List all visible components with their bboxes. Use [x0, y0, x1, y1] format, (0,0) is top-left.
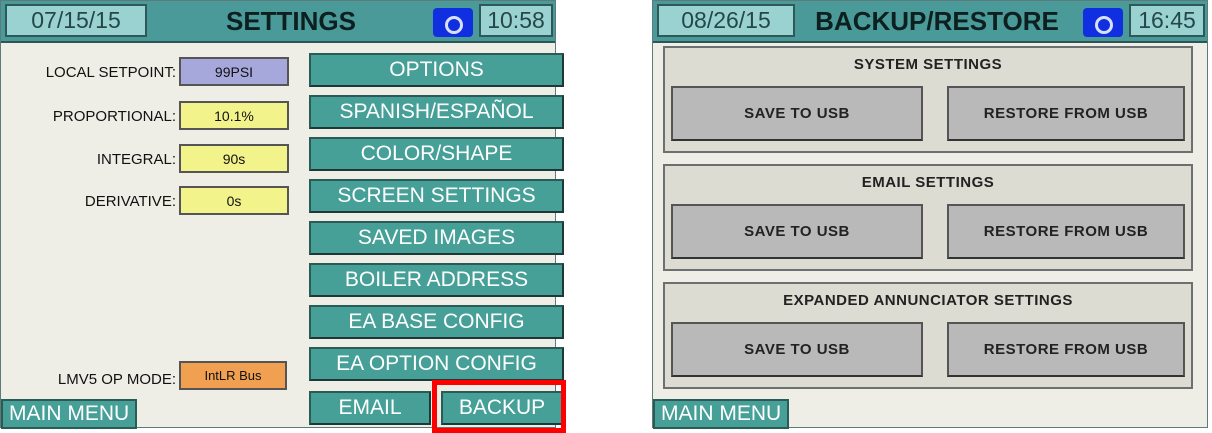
date-display: 07/15/15: [5, 4, 147, 37]
settings-screen: 07/15/15 SETTINGS 10:58 LOCAL SETPOINT: …: [0, 0, 564, 429]
ea-base-config-button[interactable]: EA BASE CONFIG: [309, 305, 564, 339]
saved-images-button[interactable]: SAVED IMAGES: [309, 221, 564, 255]
email-save-to-usb-button[interactable]: SAVE TO USB: [671, 204, 923, 259]
ea-option-config-button[interactable]: EA OPTION CONFIG: [309, 347, 564, 381]
system-restore-from-usb-button[interactable]: RESTORE FROM USB: [947, 86, 1185, 141]
system-save-to-usb-button[interactable]: SAVE TO USB: [671, 86, 923, 141]
section-title: EXPANDED ANNUNCIATOR SETTINGS: [783, 292, 1073, 309]
spanish-button[interactable]: SPANISH/ESPAÑOL: [309, 95, 564, 129]
ea-save-to-usb-button[interactable]: SAVE TO USB: [671, 322, 923, 377]
screen-settings-button[interactable]: SCREEN SETTINGS: [309, 179, 564, 213]
main-menu-button[interactable]: MAIN MENU: [1, 399, 138, 429]
lmv5-op-mode-label: LMV5 OP MODE:: [57, 371, 176, 388]
date-display: 08/26/15: [657, 4, 795, 37]
time-display: 10:58: [479, 4, 553, 37]
integral-label: INTEGRAL:: [96, 151, 176, 168]
local-setpoint-label: LOCAL SETPOINT:: [45, 64, 176, 81]
section-title: SYSTEM SETTINGS: [853, 56, 1003, 73]
expanded-annunciator-settings-panel: EXPANDED ANNUNCIATOR SETTINGS SAVE TO US…: [663, 282, 1193, 389]
section-title: EMAIL SETTINGS: [861, 174, 995, 191]
boiler-address-button[interactable]: BOILER ADDRESS: [309, 263, 564, 297]
main-menu-button[interactable]: MAIN MENU: [653, 399, 790, 429]
system-settings-panel: SYSTEM SETTINGS SAVE TO USB RESTORE FROM…: [663, 46, 1193, 153]
local-setpoint-field[interactable]: 99PSI: [179, 57, 289, 86]
proportional-field[interactable]: 10.1%: [179, 101, 289, 130]
integral-field[interactable]: 90s: [179, 144, 289, 173]
derivative-field[interactable]: 0s: [179, 186, 289, 215]
ea-restore-from-usb-button[interactable]: RESTORE FROM USB: [947, 322, 1185, 377]
color-shape-button[interactable]: COLOR/SHAPE: [309, 137, 564, 171]
proportional-label: PROPORTIONAL:: [52, 108, 176, 125]
camera-icon[interactable]: [1083, 8, 1123, 37]
email-settings-panel: EMAIL SETTINGS SAVE TO USB RESTORE FROM …: [663, 164, 1193, 271]
email-restore-from-usb-button[interactable]: RESTORE FROM USB: [947, 204, 1185, 259]
lmv5-op-mode-field[interactable]: IntLR Bus: [179, 361, 287, 390]
camera-icon[interactable]: [433, 8, 473, 37]
page-title: SETTINGS: [225, 5, 356, 36]
time-display: 16:45: [1129, 4, 1205, 37]
page-title: BACKUP/RESTORE: [815, 5, 1059, 36]
email-button[interactable]: EMAIL: [309, 391, 431, 425]
backup-restore-screen: 08/26/15 BACKUP/RESTORE 16:45 SYSTEM SET…: [652, 0, 1208, 429]
options-button[interactable]: OPTIONS: [309, 53, 564, 87]
header-bar: 07/15/15 SETTINGS 10:58: [1, 1, 555, 43]
derivative-label: DERIVATIVE:: [84, 193, 176, 210]
backup-highlight-box: [432, 380, 566, 433]
header-bar: 08/26/15 BACKUP/RESTORE 16:45: [653, 1, 1207, 43]
